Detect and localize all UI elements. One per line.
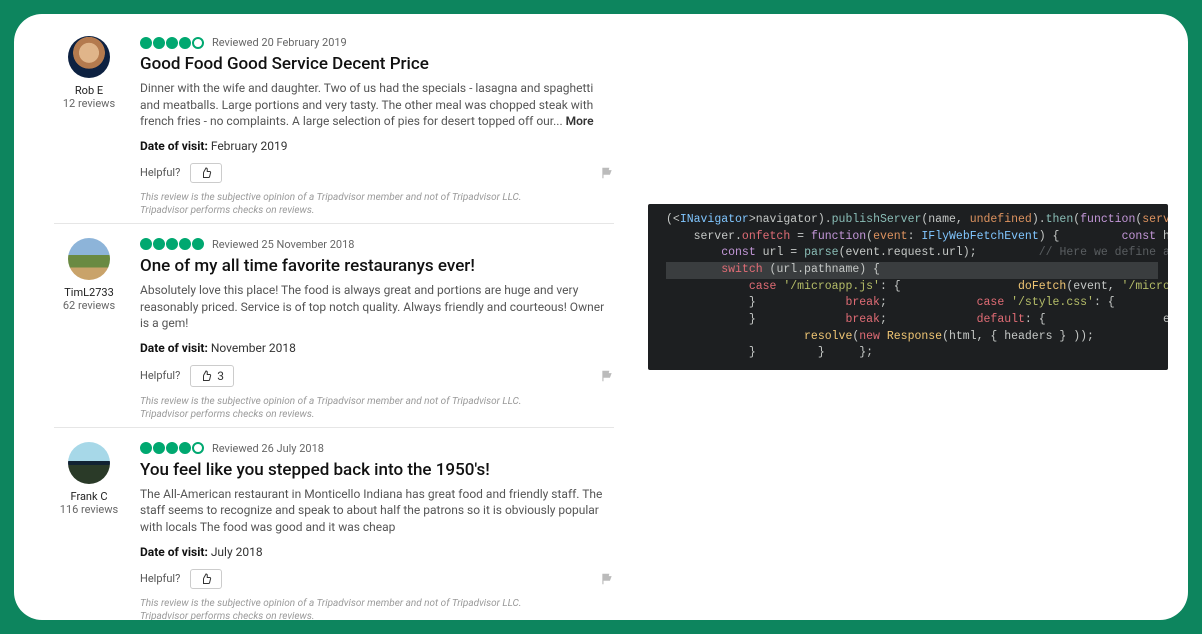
helpful-button[interactable]: 3 [190, 365, 234, 387]
review-body: Dinner with the wife and daughter. Two o… [140, 80, 614, 129]
review-title[interactable]: Good Food Good Service Decent Price [140, 54, 614, 74]
rating-bubble [179, 37, 191, 49]
flag-icon[interactable] [600, 369, 614, 383]
review-count: 62 reviews [54, 299, 124, 312]
rating-bubble [192, 442, 204, 454]
disclaimer-text: This review is the subjective opinion of… [140, 191, 560, 217]
rating-bubble [153, 238, 165, 250]
content-card: Rob E12 reviews Reviewed 20 February 2019… [14, 14, 1188, 620]
flag-icon[interactable] [600, 166, 614, 180]
rating [140, 442, 204, 454]
date-of-visit: Date of visit: November 2018 [140, 341, 614, 355]
review-date: Reviewed 25 November 2018 [212, 238, 354, 251]
rating-bubble [153, 37, 165, 49]
rating-bubble [192, 37, 204, 49]
rating-bubble [179, 238, 191, 250]
disclaimer-text: This review is the subjective opinion of… [140, 395, 560, 421]
helpful-label: Helpful? [140, 369, 180, 382]
rating-bubble [179, 442, 191, 454]
helpful-button[interactable] [190, 569, 222, 589]
more-link[interactable]: More [566, 114, 594, 128]
thumb-up-icon [200, 167, 212, 179]
review-body: The All-American restaurant in Monticell… [140, 486, 614, 535]
review-date: Reviewed 26 July 2018 [212, 442, 324, 455]
username[interactable]: Rob E [54, 84, 124, 97]
rating-bubble [140, 442, 152, 454]
helpful-label: Helpful? [140, 572, 180, 585]
rating-bubble [192, 238, 204, 250]
rating [140, 37, 204, 49]
thumb-up-icon [200, 573, 212, 585]
review-count: 12 reviews [54, 97, 124, 110]
rating-bubble [166, 442, 178, 454]
rating-bubble [166, 238, 178, 250]
flag-icon[interactable] [600, 572, 614, 586]
reviews-list: Rob E12 reviews Reviewed 20 February 2019… [54, 22, 614, 620]
avatar[interactable] [68, 238, 110, 280]
disclaimer-text: This review is the subjective opinion of… [140, 597, 560, 620]
date-of-visit: Date of visit: February 2019 [140, 139, 614, 153]
review-title[interactable]: You feel like you stepped back into the … [140, 460, 614, 480]
review-body: Absolutely love this place! The food is … [140, 282, 614, 331]
review-item: TimL273362 reviews Reviewed 25 November 2… [54, 224, 614, 428]
review-date: Reviewed 20 February 2019 [212, 36, 347, 49]
rating-bubble [166, 37, 178, 49]
username[interactable]: TimL2733 [54, 286, 124, 299]
rating-bubble [153, 442, 165, 454]
helpful-label: Helpful? [140, 166, 180, 179]
review-item: Rob E12 reviews Reviewed 20 February 2019… [54, 22, 614, 224]
rating [140, 238, 204, 250]
review-title[interactable]: One of my all time favorite restauranys … [140, 256, 614, 276]
thumb-up-icon [200, 370, 212, 382]
avatar[interactable] [68, 442, 110, 484]
code-panel: (<INavigator>navigator).publishServer(na… [648, 204, 1168, 370]
avatar[interactable] [68, 36, 110, 78]
rating-bubble [140, 37, 152, 49]
helpful-button[interactable] [190, 163, 222, 183]
rating-bubble [140, 238, 152, 250]
username[interactable]: Frank C [54, 490, 124, 503]
helpful-count: 3 [217, 369, 224, 383]
date-of-visit: Date of visit: July 2018 [140, 545, 614, 559]
review-item: Frank C116 reviews Reviewed 26 July 2018 Y… [54, 428, 614, 620]
review-count: 116 reviews [54, 503, 124, 516]
